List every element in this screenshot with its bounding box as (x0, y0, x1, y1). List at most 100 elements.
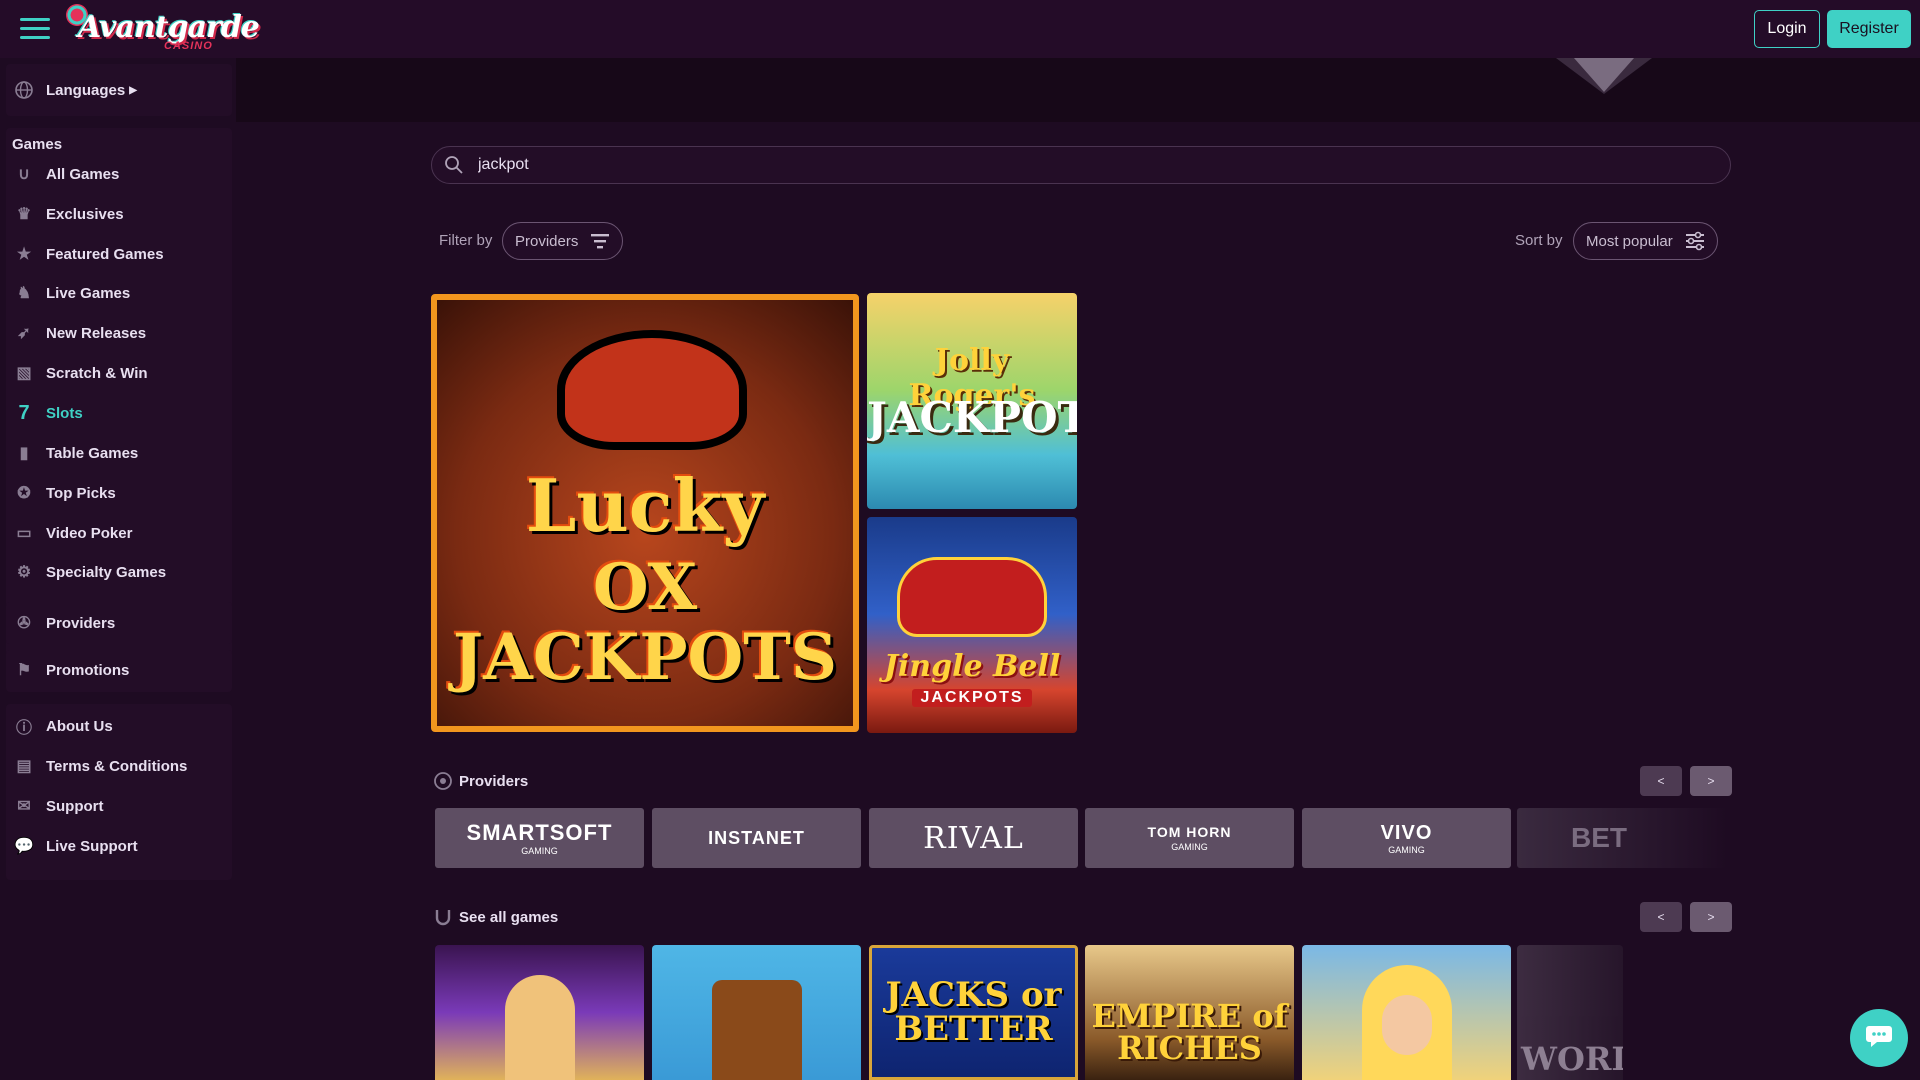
sidebar-item-live-support[interactable]: 💬 Live Support (14, 830, 138, 862)
gear-icon: ⚙ (16, 564, 32, 581)
filter-icon (590, 231, 610, 251)
document-icon: ▤ (16, 758, 32, 775)
providers-icon (433, 771, 453, 791)
sidebar-item-providers[interactable]: ✇ Providers (14, 607, 115, 639)
provider-name: RIVAL (923, 820, 1024, 856)
card-icon: ▮ (19, 445, 29, 462)
sidebar-item-support[interactable]: ✉ Support (14, 790, 104, 822)
scratch-card-icon: ▧ (16, 365, 32, 382)
game-tile[interactable]: JACKS or BETTER (869, 945, 1078, 1080)
dealer-icon: ♞ (16, 285, 32, 302)
game-tile-jingle-bell-jackpots[interactable]: Jingle Bell JACKPOTS (867, 517, 1077, 733)
live-chat-button[interactable] (1850, 1009, 1908, 1067)
promo-banner[interactable] (236, 58, 1920, 122)
all-games-section-header: See all games (433, 905, 558, 929)
game-tile[interactable]: EMPIRE of RICHES (1085, 945, 1294, 1080)
sidebar-item-video-poker[interactable]: ▭ Video Poker (14, 517, 132, 549)
sidebar-item-label: About Us (46, 717, 113, 735)
sidebar-item-slots[interactable]: 7 Slots (14, 397, 82, 429)
horseshoe-icon: ∪ (18, 166, 30, 183)
login-button[interactable]: Login (1754, 10, 1820, 48)
search-input[interactable] (478, 156, 1678, 174)
provider-name: SMARTSOFT (466, 820, 613, 845)
sidebar-item-terms[interactable]: ▤ Terms & Conditions (14, 750, 187, 782)
search-icon (444, 155, 464, 175)
game-tile[interactable] (652, 945, 861, 1080)
all-games-next-button[interactable]: > (1690, 902, 1732, 932)
game-title: EMPIRE of RICHES (1091, 997, 1288, 1067)
sidebar-item-label: All Games (46, 165, 120, 183)
providers-section-header: Providers (433, 769, 528, 793)
sidebar-item-label: Top Picks (46, 484, 116, 502)
caret-right-icon: ▶ (129, 84, 137, 96)
sidebar-item-label: Terms & Conditions (46, 757, 188, 775)
sort-dropdown[interactable]: Most popular (1573, 222, 1718, 260)
banner-decoration (1574, 58, 1634, 92)
languages-menu[interactable]: Languages ▶ (14, 74, 137, 106)
provider-partial[interactable]: BET (1517, 808, 1727, 868)
sidebar-item-label: Live Support (46, 837, 138, 855)
sidebar-item-new-releases[interactable]: ➶ New Releases (14, 317, 146, 349)
game-title: WORL (1521, 1040, 1623, 1078)
info-icon: ⓘ (15, 720, 32, 737)
providers-filter-label: Providers (515, 232, 579, 250)
sidebar-item-label: Support (46, 797, 104, 815)
logo-subtext: CASINO (164, 40, 213, 52)
sidebar-item-all-games[interactable]: ∪ All Games (14, 158, 119, 190)
languages-label: Languages (46, 81, 126, 99)
search-bar[interactable] (431, 146, 1731, 184)
rocket-icon: ➶ (17, 325, 31, 342)
sidebar-item-label: Providers (46, 614, 116, 632)
sidebar-item-live-games[interactable]: ♞ Live Games (14, 277, 130, 309)
game-tile-lucky-ox-jackpots[interactable]: Lucky OX JACKPOTS (431, 294, 859, 732)
register-button[interactable]: Register (1827, 10, 1911, 48)
game-title: JACKPOTS (452, 620, 838, 695)
provider-name: INSTANET (708, 827, 805, 848)
provider-rival[interactable]: RIVAL (869, 808, 1078, 868)
game-tile-jolly-rogers-jackpot[interactable]: Jolly Roger's JACKPOT! (867, 293, 1077, 509)
game-title: JACKPOTS (912, 689, 1032, 707)
game-title: JACKPOT! (867, 393, 1077, 442)
casino-logo[interactable]: Avantgarde CASINO (66, 2, 260, 56)
all-games-prev-button[interactable]: < (1640, 902, 1682, 932)
sidebar-item-featured-games[interactable]: ★ Featured Games (14, 238, 164, 270)
sidebar-item-label: Promotions (46, 661, 130, 679)
sidebar-item-promotions[interactable]: ⚑ Promotions (14, 654, 130, 686)
mail-icon: ✉ (17, 798, 31, 815)
providers-section-title: Providers (459, 772, 529, 790)
game-title: Jingle Bell (883, 649, 1061, 684)
games-block: Games ∪ All Games ♛ Exclusives ★ Featured G… (6, 128, 232, 664)
provider-instanet[interactable]: INSTANET (652, 808, 861, 868)
menu-icon[interactable] (20, 18, 50, 40)
provider-smartsoft[interactable]: SMARTSOFT GAMING (435, 808, 644, 868)
provider-tom-horn[interactable]: TOM HORN GAMING (1085, 808, 1294, 868)
sidebar-item-label: Featured Games (46, 245, 164, 263)
sleigh-illustration (897, 557, 1047, 637)
sidebar-item-label: Exclusives (46, 205, 124, 223)
providers-filter-button[interactable]: Providers (502, 222, 624, 260)
game-tile[interactable] (1302, 945, 1511, 1080)
chat-bubble-icon (1865, 1023, 1893, 1054)
globe-icon (14, 80, 34, 100)
sidebar-item-about-us[interactable]: ⓘ About Us (14, 710, 113, 742)
providers-prev-button[interactable]: < (1640, 766, 1682, 796)
provider-sub: GAMING (521, 846, 558, 856)
providers-next-button[interactable]: > (1690, 766, 1732, 796)
sidebar-item-scratch-win[interactable]: ▧ Scratch & Win (14, 357, 148, 389)
sidebar: Languages ▶ Games ∪ All Games ♛ Exclusives… (0, 58, 236, 1080)
game-tile[interactable] (435, 945, 644, 1080)
sidebar-item-specialty-games[interactable]: ⚙ Specialty Games (14, 556, 166, 588)
star-icon: ★ (16, 246, 32, 263)
sidebar-item-label: Video Poker (46, 524, 133, 542)
sidebar-item-top-picks[interactable]: ✪ Top Picks (14, 477, 116, 509)
sidebar-item-table-games[interactable]: ▮ Table Games (14, 437, 139, 469)
all-games-section-title: See all games (459, 908, 559, 926)
game-title: OX (592, 550, 698, 625)
filter-label: Filter by (439, 232, 493, 249)
provider-sub: GAMING (1388, 844, 1425, 855)
sidebar-item-label: Scratch & Win (46, 364, 148, 382)
game-tile-partial[interactable]: WORL (1517, 945, 1623, 1080)
sidebar-item-label: Table Games (46, 444, 139, 462)
provider-vivo[interactable]: VIVO GAMING (1302, 808, 1511, 868)
sidebar-item-exclusives[interactable]: ♛ Exclusives (14, 198, 124, 230)
